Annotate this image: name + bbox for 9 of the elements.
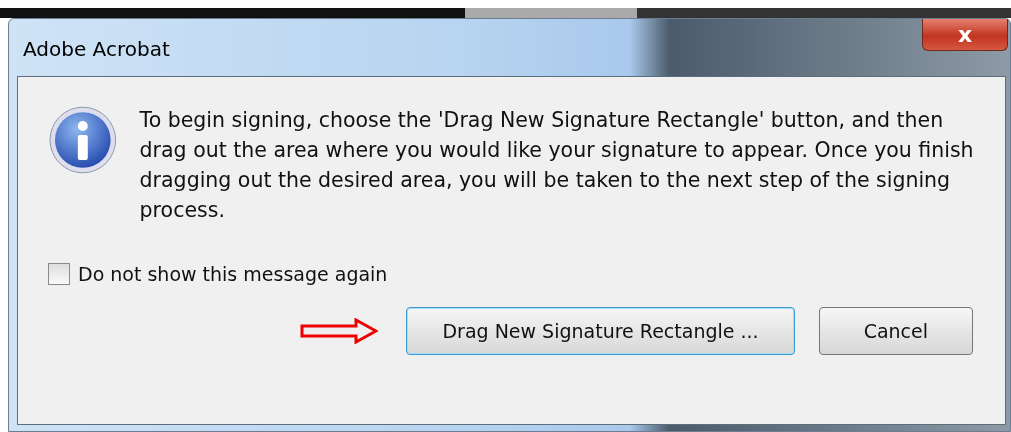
- message-text: To begin signing, choose the 'Drag New Signature Rectangle' button, and then drag out the area where you would like your signature to appear. Once you finish dragging out the desired area, you will be taken to the next step of the signing process.: [139, 107, 975, 224]
- checkbox[interactable]: [48, 263, 70, 285]
- window-title: Adobe Acrobat: [23, 37, 170, 61]
- close-button[interactable]: x: [922, 19, 1008, 51]
- arrow-icon: [300, 318, 379, 344]
- checkbox-label: Do not show this message again: [78, 263, 388, 285]
- info-icon: [48, 105, 118, 175]
- drag-signature-button[interactable]: Drag New Signature Rectangle ...: [406, 307, 795, 355]
- cancel-button[interactable]: Cancel: [818, 307, 973, 355]
